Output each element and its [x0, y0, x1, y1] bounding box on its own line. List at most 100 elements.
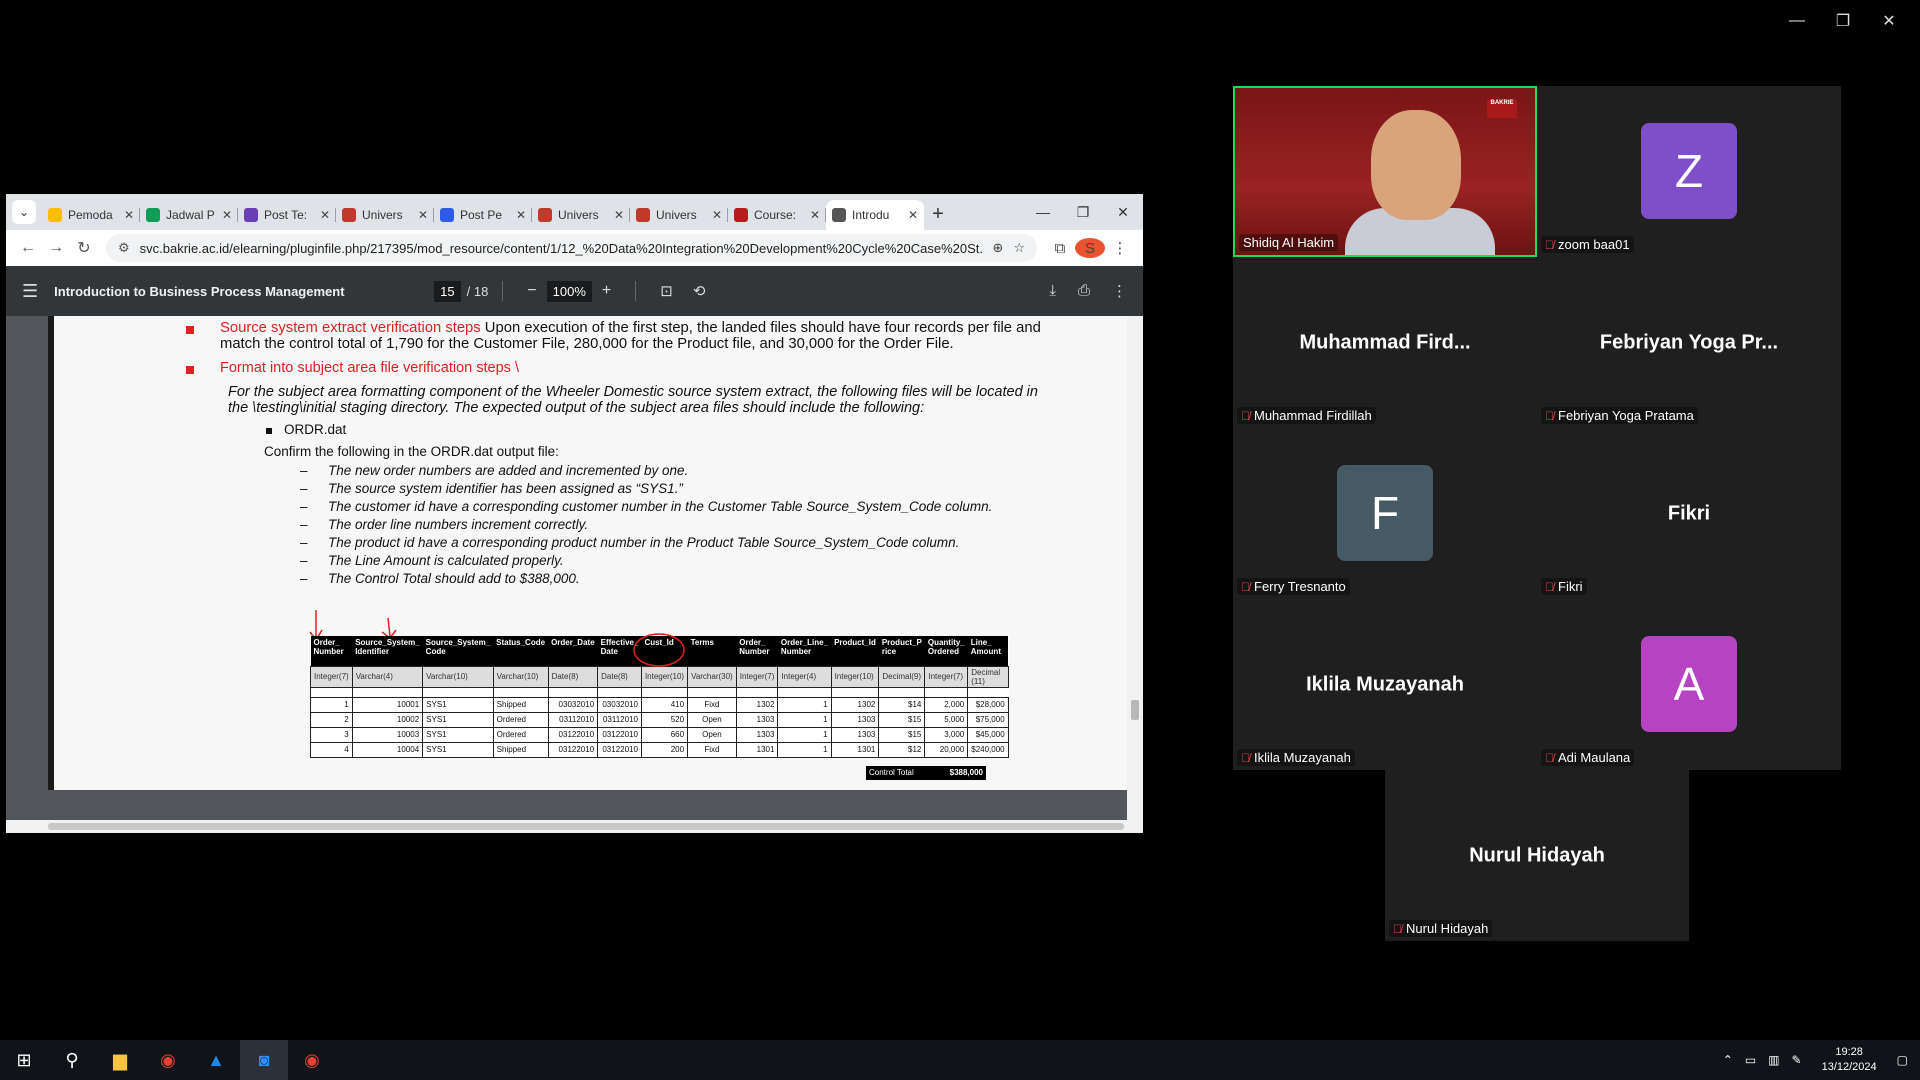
tab-favicon-icon: [146, 208, 160, 222]
address-bar[interactable]: ⚙ svc.bakrie.ac.id/elearning/pluginfile.…: [106, 234, 1037, 262]
close-icon[interactable]: ✕: [1866, 8, 1912, 34]
chevron-up-icon[interactable]: ⌃: [1723, 1053, 1733, 1067]
print-icon[interactable]: ⎙: [1078, 282, 1090, 300]
battery-icon[interactable]: ▥: [1768, 1053, 1779, 1067]
muted-mic-icon: 🎙̸: [1241, 579, 1250, 594]
table-cell: 10001: [351, 696, 424, 713]
restore-icon[interactable]: ❐: [1820, 8, 1866, 34]
check-text: The source system identifier has been as…: [328, 481, 683, 496]
participant-tile[interactable]: Muhammad Fird... 🎙̸ Muhammad Firdillah: [1233, 257, 1537, 428]
zoom-in-icon[interactable]: +: [602, 282, 611, 300]
table-cell: 03122010: [597, 726, 642, 743]
app-store-icon[interactable]: ▲: [192, 1040, 240, 1080]
close-icon[interactable]: ✕: [1103, 204, 1143, 221]
fit-page-icon[interactable]: ⊡: [660, 282, 673, 300]
tab-5[interactable]: Univers ✕: [532, 200, 630, 230]
windows-start-icon[interactable]: ⊞: [0, 1040, 48, 1080]
table-cell: 4: [310, 741, 353, 758]
zoom-out-icon[interactable]: −: [527, 282, 536, 300]
search-icon[interactable]: ⚲: [48, 1040, 96, 1080]
zoom-icon[interactable]: ⊕: [992, 240, 1003, 256]
check-text: The order line numbers increment correct…: [328, 517, 589, 532]
page-number-input[interactable]: 15: [434, 280, 461, 302]
zoom-app-icon[interactable]: ◙: [240, 1040, 288, 1080]
table-row: 2 10002 SYS1 Ordered 03112010 03112010 520 Open…: [310, 711, 1009, 728]
tab-favicon-icon: [48, 208, 62, 222]
participant-label: 🎙̸ Adi Maulana: [1541, 749, 1635, 766]
table-cell: 3,000: [924, 726, 969, 743]
chrome-icon[interactable]: ◉: [144, 1040, 192, 1080]
extensions-icon[interactable]: ⧉: [1045, 240, 1075, 257]
tab-0[interactable]: Pemoda ✕: [42, 200, 140, 230]
step-1-line: Source system extract verification steps…: [220, 320, 1041, 336]
minimize-icon[interactable]: —: [1774, 8, 1820, 34]
tab-1[interactable]: Jadwal P ✕: [140, 200, 238, 230]
tab-2[interactable]: Post Te: ✕: [238, 200, 336, 230]
participant-tile[interactable]: BAKRIE Shidiq Al Hakim: [1233, 86, 1537, 257]
close-tab-icon[interactable]: ✕: [124, 208, 134, 222]
table-row: 4 10004 SYS1 Shipped 03122010 03122010 200 Fixd…: [310, 741, 1009, 758]
browser-window-controls: — ❐ ✕: [1023, 194, 1143, 230]
participant-tile[interactable]: A 🎙̸ Adi Maulana: [1537, 599, 1841, 770]
site-info-icon[interactable]: ⚙: [118, 240, 130, 256]
chrome-alt-icon[interactable]: ◉: [288, 1040, 336, 1080]
participant-tile[interactable]: Febriyan Yoga Pr... 🎙̸ Febriyan Yoga Prata…: [1537, 257, 1841, 428]
tab-6[interactable]: Univers ✕: [630, 200, 728, 230]
tab-list-button[interactable]: ⌄: [12, 200, 36, 224]
network-icon[interactable]: ▭: [1745, 1053, 1756, 1067]
rotate-icon[interactable]: ⟲: [693, 282, 706, 300]
reload-icon[interactable]: ↻: [70, 238, 98, 258]
tab-4[interactable]: Post Pe ✕: [434, 200, 532, 230]
close-tab-icon[interactable]: ✕: [908, 208, 918, 222]
table-cell: 1303: [830, 726, 880, 743]
more-options-icon[interactable]: ⋮: [1112, 282, 1127, 300]
tab-label: Univers: [558, 208, 599, 222]
participant-tile[interactable]: Z 🎙̸ zoom baa01: [1537, 86, 1841, 257]
close-tab-icon[interactable]: ✕: [614, 208, 624, 222]
muted-mic-icon: 🎙̸: [1545, 408, 1554, 423]
close-tab-icon[interactable]: ✕: [418, 208, 428, 222]
dash: –: [300, 499, 308, 514]
check-item: – The new order numbers are added and inc…: [300, 463, 688, 478]
participant-tile[interactable]: F 🎙̸ Ferry Tresnanto: [1233, 428, 1537, 599]
participant-tile[interactable]: Fikri 🎙̸ Fikri: [1537, 428, 1841, 599]
close-tab-icon[interactable]: ✕: [810, 208, 820, 222]
file-explorer-icon[interactable]: ▆: [96, 1040, 144, 1080]
pdf-title: Introduction to Business Process Managem…: [54, 283, 345, 299]
download-icon[interactable]: ⤓: [1049, 282, 1056, 300]
page-indicator: 15 / 18: [434, 280, 489, 302]
forward-icon[interactable]: →: [42, 239, 70, 257]
restore-icon[interactable]: ❐: [1063, 204, 1103, 221]
close-tab-icon[interactable]: ✕: [320, 208, 330, 222]
page-total: / 18: [466, 283, 489, 299]
pen-icon[interactable]: ✎: [1792, 1053, 1802, 1067]
profile-avatar[interactable]: S: [1075, 238, 1105, 258]
pdf-viewport[interactable]: Source system extract verification steps…: [6, 316, 1127, 820]
table-cell: 660: [640, 726, 689, 743]
table-cell: Open: [687, 726, 737, 743]
bookmark-star-icon[interactable]: ☆: [1013, 240, 1025, 256]
tab-label: Post Pe: [460, 208, 503, 222]
clock[interactable]: 19:28 13/12/2024: [1822, 1045, 1877, 1075]
column-header: Product_P rice: [878, 636, 925, 666]
tab-7[interactable]: Course: ✕: [728, 200, 826, 230]
zoom-level-input[interactable]: 100%: [546, 280, 592, 302]
notification-icon[interactable]: ▢: [1897, 1053, 1908, 1067]
participant-name: Fikri: [1558, 579, 1583, 594]
close-tab-icon[interactable]: ✕: [222, 208, 232, 222]
vertical-scrollbar[interactable]: [1127, 316, 1143, 820]
close-tab-icon[interactable]: ✕: [516, 208, 526, 222]
close-tab-icon[interactable]: ✕: [712, 208, 722, 222]
tab-3[interactable]: Univers ✕: [336, 200, 434, 230]
minimize-icon[interactable]: —: [1023, 204, 1063, 220]
back-icon[interactable]: ←: [14, 239, 42, 257]
table-cell: 03112010: [547, 711, 599, 728]
hamburger-menu-icon[interactable]: ☰: [22, 281, 38, 302]
tab-8[interactable]: Introdu ✕: [826, 200, 924, 230]
horizontal-scrollbar[interactable]: [6, 820, 1143, 833]
new-tab-button[interactable]: +: [924, 200, 952, 228]
participant-tile[interactable]: Iklila Muzayanah 🎙̸ Iklila Muzayanah: [1233, 599, 1537, 770]
bullet-icon: [186, 326, 194, 334]
menu-dots-icon[interactable]: ⋮: [1105, 239, 1135, 257]
participant-tile[interactable]: Nurul Hidayah 🎙̸ Nurul Hidayah: [1385, 770, 1689, 941]
